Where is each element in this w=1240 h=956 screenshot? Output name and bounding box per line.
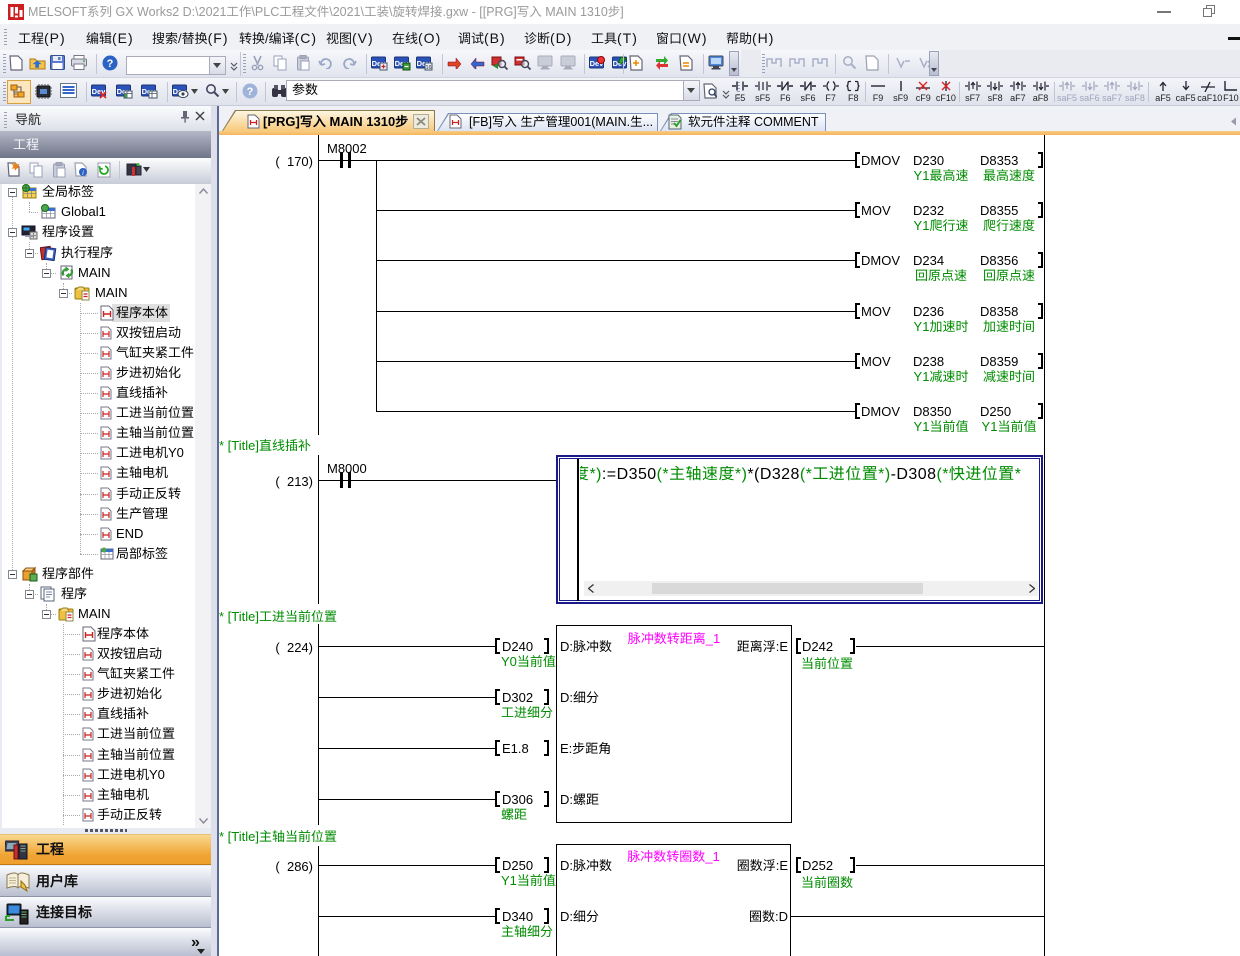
svg-text:i: i xyxy=(82,169,84,177)
svg-text:?: ? xyxy=(247,86,254,98)
svg-text:?: ? xyxy=(107,58,114,70)
svg-text:16: 16 xyxy=(425,65,431,71)
